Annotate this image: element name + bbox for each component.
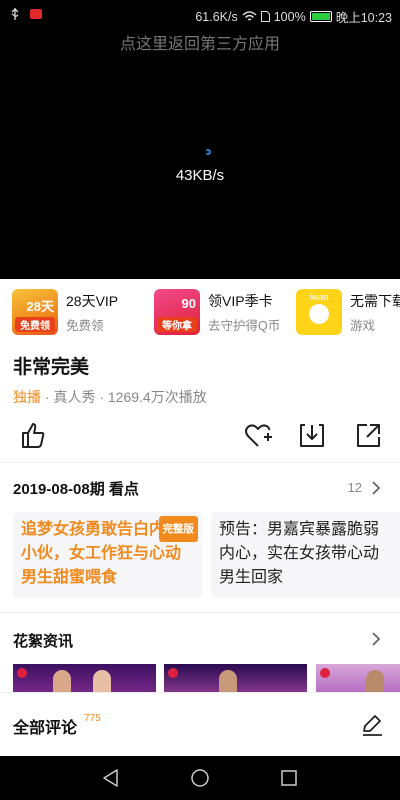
thumb-days: 90 (181, 296, 196, 311)
sim-icon (260, 11, 270, 22)
thumb-days: 28天 (26, 299, 54, 314)
show-meta-text: · 真人秀 · 1269.4万次播放 (41, 389, 207, 405)
app-root: 61.6K/s 100% 晚上10:23 点这里返回第三方应用 43KB/s 2… (0, 0, 400, 800)
chevron-right-icon[interactable] (370, 632, 382, 646)
promo-strip: 28天 免费领 28天VIP 免费领 90 等你拿 领VIP季卡 去守护得Q币 … (0, 279, 400, 345)
loading-spinner-icon (205, 149, 211, 155)
highlight-card-full[interactable]: 追梦女孩勇敢告白内向小伙，女工作狂与心动男生甜蜜喂食 完整版 (13, 512, 202, 598)
promo-title: 领VIP季卡 (208, 292, 273, 309)
promo-title: 28天VIP (66, 292, 119, 309)
edit-pen-icon[interactable] (360, 713, 384, 737)
channel-logo-icon (320, 668, 330, 678)
nav-back-icon[interactable] (100, 767, 122, 789)
comment-bar: 全部评论 775 (0, 692, 400, 756)
divider (0, 612, 400, 613)
status-bar: 61.6K/s 100% 晚上10:23 (0, 0, 400, 28)
nav-home-icon[interactable] (189, 767, 211, 789)
promo-subtitle: 去守护得Q币 (208, 318, 281, 333)
highlight-cards: 追梦女孩勇敢告白内向小伙，女工作狂与心动男生甜蜜喂食 完整版 预告：男嘉宾暴露脆… (13, 512, 400, 598)
person-figure (366, 670, 384, 694)
highlight-card-preview[interactable]: 预告：男嘉宾暴露脆弱内心，实在女孩带心动男生回家 (211, 512, 400, 598)
clock: 晚上10:23 (335, 11, 392, 25)
promo-thumb-vip: 28天 免费领 (12, 289, 58, 335)
action-bar (0, 420, 400, 452)
video-thumbnail[interactable] (316, 664, 400, 694)
exclusive-badge: 独播 (13, 389, 41, 405)
episode-period-title[interactable]: 2019-08-08期 看点 (13, 478, 139, 499)
channel-logo-icon (17, 668, 27, 678)
video-thumbnail[interactable] (164, 664, 307, 694)
promo-title: 无需下载 (350, 292, 400, 309)
thumb-badge: 免费领 (15, 317, 55, 332)
like-icon[interactable] (18, 420, 48, 450)
wifi-icon (242, 11, 257, 21)
all-comments-title[interactable]: 全部评论 (13, 714, 77, 738)
show-title: 非常完美 (13, 357, 90, 378)
share-icon[interactable] (354, 420, 384, 450)
battery-icon (309, 11, 332, 22)
usb-icon (11, 8, 19, 20)
section-title-huaxu[interactable]: 花絮资讯 (13, 630, 73, 651)
download-icon[interactable] (297, 420, 327, 450)
promo-thumb-iwan: iwan (296, 289, 342, 335)
thumb-brand: iwan (309, 292, 329, 302)
full-version-tag: 完整版 (158, 516, 198, 542)
promo-item-games[interactable]: iwan 无需下载 游戏 (284, 279, 400, 345)
promo-item-season-card[interactable]: 90 等你拿 领VIP季卡 去守护得Q币 (142, 279, 284, 345)
promo-subtitle: 游戏 (350, 318, 376, 333)
highlight-count[interactable]: 12 (348, 480, 362, 495)
divider (0, 462, 400, 463)
video-player[interactable]: 61.6K/s 100% 晚上10:23 点这里返回第三方应用 43KB/s (0, 0, 400, 279)
network-speed: 61.6K/s (195, 9, 238, 24)
app-notification-icon (30, 9, 42, 19)
card-text: 追梦女孩勇敢告白内向小伙，女工作狂与心动男生甜蜜喂食 (21, 521, 182, 586)
thumb-badge: 等你拿 (157, 317, 197, 332)
show-meta: 独播 · 真人秀 · 1269.4万次播放 (13, 387, 207, 407)
video-thumbnail[interactable] (13, 664, 156, 694)
card-text: 预告：男嘉宾暴露脆弱内心，实在女孩带心动男生回家 (219, 521, 380, 586)
promo-subtitle: 免费领 (66, 318, 104, 333)
system-nav-bar (0, 756, 400, 800)
person-figure (93, 670, 111, 694)
promo-thumb-season: 90 等你拿 (154, 289, 200, 335)
battery-percent: 100% (273, 9, 306, 24)
favorite-add-icon[interactable] (243, 420, 273, 450)
channel-logo-icon (168, 668, 178, 678)
promo-item-28day-vip[interactable]: 28天 免费领 28天VIP 免费领 (0, 279, 142, 345)
person-figure (219, 670, 237, 694)
nav-recent-icon[interactable] (278, 767, 300, 789)
back-to-third-party-link[interactable]: 点这里返回第三方应用 (0, 30, 400, 54)
chevron-right-icon[interactable] (370, 481, 382, 495)
huaxu-thumbnails (13, 664, 400, 694)
paw-icon (309, 304, 329, 324)
person-figure (53, 670, 71, 694)
load-speed: 43KB/s (175, 167, 225, 184)
comment-count: 775 (84, 713, 101, 724)
